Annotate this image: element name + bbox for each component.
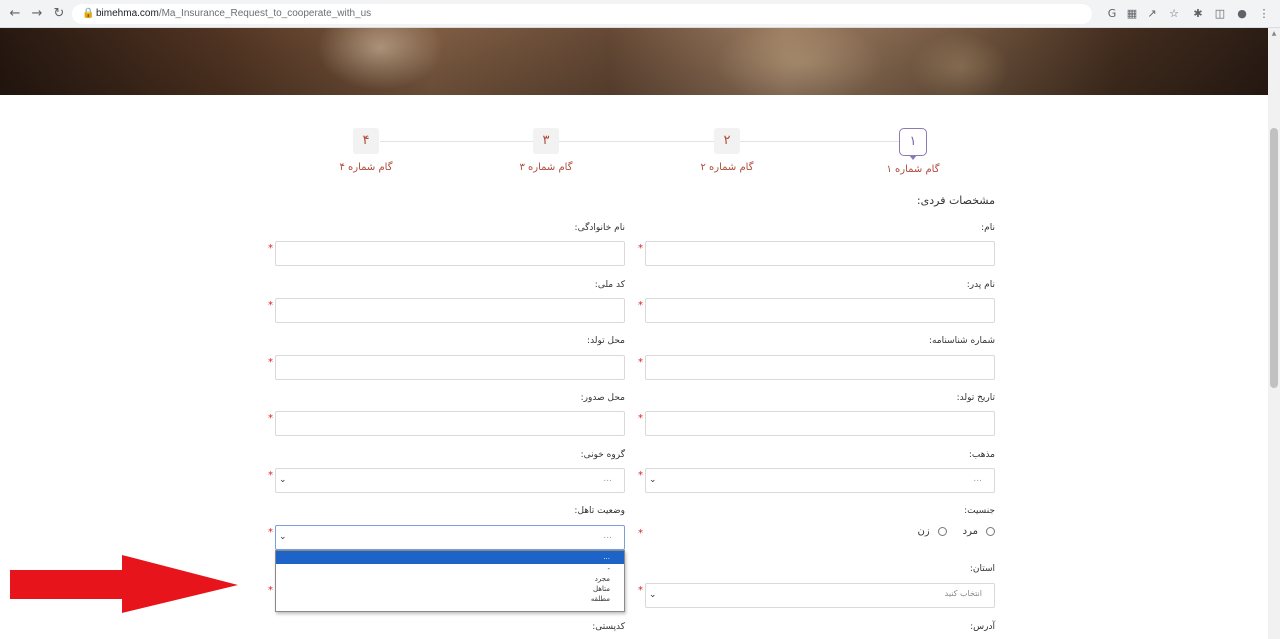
step-2-number: ۲ [714,128,740,154]
postal-code-label: کدپستی: [592,622,625,632]
required-marker: * [638,300,643,311]
id-number-input[interactable] [645,355,995,380]
marital-option[interactable]: - [276,564,624,574]
birth-date-input[interactable] [645,411,995,436]
address-label: آدرس: [970,622,995,632]
step-4-label: گام شماره ۴ [339,162,393,173]
marital-option[interactable]: متاهل [276,584,624,594]
url-host: bimehma.com [96,8,159,19]
sidepanel-icon[interactable]: ◫ [1212,6,1228,22]
gender-label: جنسیت: [964,506,995,516]
google-icon[interactable]: G [1104,6,1120,22]
required-marker: * [268,585,273,596]
required-marker: * [638,528,643,539]
national-code-input[interactable] [275,298,625,323]
step-1-number: ۱ [899,128,927,156]
marital-option[interactable]: مجرد [276,574,624,584]
chevron-down-icon: ⌄ [279,532,287,542]
province-label: استان: [969,564,995,574]
gender-male-label: مرد [962,526,978,537]
issue-place-label: محل صدور: [580,393,625,403]
step-2[interactable]: ۲ گام شماره ۲ [667,128,787,173]
share-icon[interactable]: ↗ [1144,6,1160,22]
religion-select[interactable]: ⌄ ... [645,468,995,493]
religion-value: ... [973,474,982,484]
last-name-input[interactable] [275,241,625,266]
required-marker: * [638,357,643,368]
step-2-label: گام شماره ۲ [700,162,754,173]
scroll-thumb[interactable] [1270,128,1278,388]
profile-icon[interactable]: ● [1234,6,1250,22]
menu-icon[interactable]: ⋮ [1256,6,1272,22]
province-placeholder: انتخاب کنید [944,589,982,598]
step-1[interactable]: ۱ گام شماره ۱ [853,128,973,175]
required-marker: * [268,413,273,424]
gender-radio-group: مرد زن [917,526,995,537]
required-marker: * [268,527,273,538]
lock-icon: 🔒 [82,8,95,19]
blood-group-select[interactable]: ⌄ ... [275,468,625,493]
blood-group-value: ... [603,474,612,484]
gender-male-radio[interactable] [986,527,995,536]
forward-icon[interactable]: → [28,5,46,23]
father-name-label: نام پدر: [966,280,995,290]
scroll-up-icon[interactable]: ▲ [1270,30,1278,38]
browser-toolbar: ← → ↻ 🔒 bimehma.com/Ma_Insurance_Request… [0,0,1280,28]
required-marker: * [638,413,643,424]
birth-place-label: محل تولد: [587,336,625,346]
step-4[interactable]: ۴ گام شماره ۴ [306,128,426,173]
birth-place-input[interactable] [275,355,625,380]
chevron-down-icon: ⌄ [649,590,657,600]
annotation-arrow-icon [10,555,238,613]
issue-place-input[interactable] [275,411,625,436]
province-select[interactable]: ⌄ انتخاب کنید [645,583,995,608]
required-marker: * [268,470,273,481]
gender-female-label: زن [917,526,930,537]
gender-female-radio[interactable] [937,527,947,536]
hero-banner [0,28,1268,95]
step-3[interactable]: ۳ گام شماره ۳ [486,128,606,173]
marital-option[interactable]: مطلقه [276,594,624,604]
blood-group-label: گروه خونی: [580,450,625,460]
step-4-number: ۴ [353,128,379,154]
required-marker: * [638,470,643,481]
required-marker: * [638,243,643,254]
first-name-label: نام: [981,223,995,233]
page-scrollbar[interactable]: ▲ [1268,28,1280,639]
step-3-number: ۳ [533,128,559,154]
national-code-label: کد ملی: [594,280,625,290]
father-name-input[interactable] [645,298,995,323]
address-bar[interactable]: 🔒 bimehma.com/Ma_Insurance_Request_to_co… [72,4,1092,24]
step-3-label: گام شماره ۳ [519,162,573,173]
required-marker: * [268,243,273,254]
required-marker: * [268,357,273,368]
marital-status-select[interactable]: ⌄ ... [275,525,625,550]
required-marker: * [638,585,643,596]
last-name-label: نام خانوادگی: [574,223,625,233]
marital-status-label: وضعیت تاهل: [574,506,625,516]
marital-status-dropdown: ... - مجرد متاهل مطلقه [275,550,625,612]
chevron-down-icon: ⌄ [649,475,657,485]
birth-date-label: تاریخ تولد: [956,393,995,403]
back-icon[interactable]: ← [6,5,24,23]
first-name-input[interactable] [645,241,995,266]
section-title: مشخصات فردی: [916,194,995,207]
marital-option[interactable]: ... [276,551,624,564]
required-marker: * [268,300,273,311]
reload-icon[interactable]: ↻ [50,5,68,23]
url-text: bimehma.com/Ma_Insurance_Request_to_coop… [96,4,371,24]
bookmark-star-icon[interactable]: ☆ [1166,6,1182,22]
url-path: /Ma_Insurance_Request_to_cooperate_with_… [158,8,372,19]
translate-icon[interactable]: ▦ [1124,6,1140,22]
religion-label: مذهب: [968,450,995,460]
chevron-down-icon: ⌄ [279,475,287,485]
step-1-label: گام شماره ۱ [886,164,940,175]
id-number-label: شماره شناسنامه: [928,336,995,346]
marital-status-value: ... [603,531,612,541]
stepper-line [380,141,900,142]
extensions-icon[interactable]: ✱ [1190,6,1206,22]
step-active-caret-icon [909,155,917,160]
